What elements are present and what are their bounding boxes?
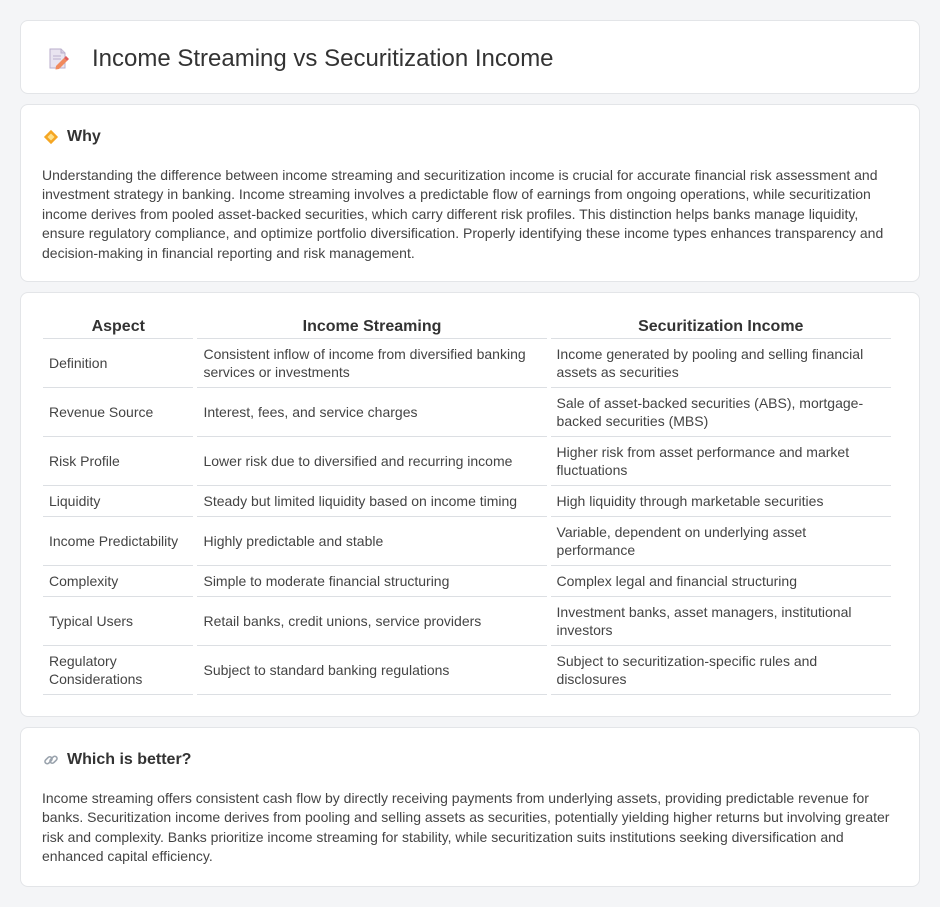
link-icon — [43, 752, 59, 768]
cell-aspect: Definition — [43, 339, 194, 388]
cell-aspect: Revenue Source — [43, 388, 194, 437]
cell-income-streaming: Lower risk due to diversified and recurr… — [197, 437, 547, 486]
which-is-better-section: Which is better? Income streaming offers… — [20, 727, 920, 887]
cell-securitization-income: Sale of asset-backed securities (ABS), m… — [550, 388, 891, 437]
column-header-securitization-income: Securitization Income — [550, 315, 891, 339]
cell-aspect: Typical Users — [43, 597, 194, 646]
cell-aspect: Regulatory Considerations — [43, 646, 194, 695]
cell-income-streaming: Consistent inflow of income from diversi… — [197, 339, 547, 388]
cell-securitization-income: High liquidity through marketable securi… — [550, 486, 891, 517]
better-heading: Which is better? — [43, 750, 191, 770]
why-section: Why Understanding the difference between… — [20, 104, 920, 282]
table-row: Complexity Simple to moderate financial … — [43, 566, 891, 597]
comparison-section: Aspect Income Streaming Securitization I… — [20, 292, 920, 717]
better-text: Income streaming offers consistent cash … — [42, 790, 890, 865]
column-header-aspect: Aspect — [43, 315, 194, 339]
cell-income-streaming: Simple to moderate financial structuring — [197, 566, 547, 597]
diamond-sign-icon — [43, 129, 59, 145]
page-title: Income Streaming vs Securitization Incom… — [92, 45, 554, 72]
why-heading: Why — [43, 127, 101, 147]
table-row: Income Predictability Highly predictable… — [43, 517, 891, 566]
cell-securitization-income: Higher risk from asset performance and m… — [550, 437, 891, 486]
cell-securitization-income: Complex legal and financial structuring — [550, 566, 891, 597]
better-heading-text: Which is better? — [67, 751, 192, 768]
header-card: Income Streaming vs Securitization Incom… — [20, 20, 920, 94]
cell-income-streaming: Retail banks, credit unions, service pro… — [197, 597, 547, 646]
cell-aspect: Income Predictability — [43, 517, 194, 566]
table-row: Liquidity Steady but limited liquidity b… — [43, 486, 891, 517]
cell-securitization-income: Income generated by pooling and selling … — [550, 339, 891, 388]
table-row: Risk Profile Lower risk due to diversifi… — [43, 437, 891, 486]
table-row: Regulatory Considerations Subject to sta… — [43, 646, 891, 695]
cell-income-streaming: Interest, fees, and service charges — [197, 388, 547, 437]
cell-income-streaming: Subject to standard banking regulations — [197, 646, 547, 695]
cell-income-streaming: Highly predictable and stable — [197, 517, 547, 566]
table-row: Definition Consistent inflow of income f… — [43, 339, 891, 388]
cell-aspect: Liquidity — [43, 486, 194, 517]
why-heading-text: Why — [67, 128, 101, 145]
document-pencil-icon — [47, 47, 69, 71]
cell-income-streaming: Steady but limited liquidity based on in… — [197, 486, 547, 517]
table-row: Typical Users Retail banks, credit union… — [43, 597, 891, 646]
cell-securitization-income: Variable, dependent on underlying asset … — [550, 517, 891, 566]
cell-securitization-income: Subject to securitization-specific rules… — [550, 646, 891, 695]
comparison-table: Aspect Income Streaming Securitization I… — [39, 315, 895, 695]
why-text: Understanding the difference between inc… — [42, 167, 884, 261]
cell-aspect: Complexity — [43, 566, 194, 597]
cell-aspect: Risk Profile — [43, 437, 194, 486]
cell-securitization-income: Investment banks, asset managers, instit… — [550, 597, 891, 646]
table-row: Revenue Source Interest, fees, and servi… — [43, 388, 891, 437]
table-header-row: Aspect Income Streaming Securitization I… — [43, 315, 891, 339]
column-header-income-streaming: Income Streaming — [197, 315, 547, 339]
